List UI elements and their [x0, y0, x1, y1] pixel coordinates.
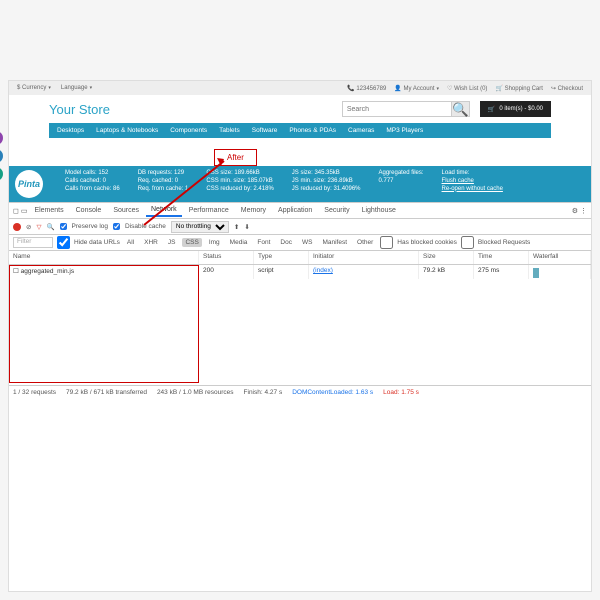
stats-bar: Pinta Model calls: 152Calls cached: 0Cal…	[9, 166, 591, 202]
language-dropdown[interactable]: Language	[61, 85, 92, 91]
record-button[interactable]	[13, 223, 21, 231]
tab-elements[interactable]: Elements	[29, 205, 68, 216]
filter-icon[interactable]: ▽	[36, 223, 41, 231]
account-link[interactable]: 👤 My Account	[394, 85, 439, 92]
filter-js[interactable]: JS	[165, 238, 179, 247]
reopen-link[interactable]: Re-open without cache	[442, 186, 503, 192]
side-icon-1[interactable]	[0, 131, 3, 145]
disable-cache-check[interactable]	[113, 223, 120, 230]
clear-icon[interactable]: ⊘	[26, 223, 31, 231]
nav-item[interactable]: Phones & PDAs	[289, 127, 336, 134]
phone-link[interactable]: 📞 123456789	[347, 85, 386, 92]
nav-item[interactable]: Components	[170, 127, 207, 134]
tab-network[interactable]: Network	[146, 204, 182, 217]
search-button[interactable]: 🔍	[452, 101, 470, 117]
download-icon[interactable]: ⬇	[244, 223, 249, 231]
devtools-panel: ◻ ▭ Elements Console Sources Network Per…	[9, 202, 591, 399]
filter-manifest[interactable]: Manifest	[319, 238, 350, 247]
blocked-cookies-check[interactable]	[380, 236, 393, 249]
filter-css[interactable]: CSS	[182, 238, 201, 247]
wishlist-link[interactable]: ♡ Wish List (0)	[447, 85, 487, 92]
nav-item[interactable]: MP3 Players	[386, 127, 423, 134]
nav-item[interactable]: Desktops	[57, 127, 84, 134]
throttling-select[interactable]: No throttling	[171, 221, 229, 233]
inspect-icon[interactable]: ◻	[13, 207, 19, 215]
nav-item[interactable]: Tablets	[219, 127, 240, 134]
tab-application[interactable]: Application	[273, 205, 317, 216]
filter-doc[interactable]: Doc	[277, 238, 295, 247]
currency-dropdown[interactable]: $ Currency	[17, 85, 51, 91]
blocked-req-check[interactable]	[461, 236, 474, 249]
device-icon[interactable]: ▭	[21, 207, 28, 215]
devtools-status: 1 / 32 requests 79.2 kB / 671 kB transfe…	[9, 385, 591, 399]
filter-xhr[interactable]: XHR	[141, 238, 161, 247]
settings-icon[interactable]: ⚙	[572, 207, 578, 215]
search-icon[interactable]: 🔍	[46, 223, 54, 231]
nav-item[interactable]: Software	[252, 127, 278, 134]
store-logo[interactable]: Your Store	[49, 102, 110, 117]
tab-performance[interactable]: Performance	[184, 205, 234, 216]
side-icon-3[interactable]	[0, 167, 3, 181]
cart-button[interactable]: 🛒 0 item(s) - $0.00	[480, 101, 551, 117]
filter-font[interactable]: Font	[254, 238, 273, 247]
side-icon-2[interactable]	[0, 149, 3, 163]
network-header: Name Status Type Initiator Size Time Wat…	[9, 251, 591, 265]
tab-memory[interactable]: Memory	[236, 205, 271, 216]
cart-link[interactable]: 🛒 Shopping Cart	[495, 85, 543, 92]
waterfall-bar	[533, 268, 539, 278]
after-annotation: After	[214, 149, 257, 166]
tab-console[interactable]: Console	[71, 205, 107, 216]
tab-sources[interactable]: Sources	[108, 205, 144, 216]
nav-item[interactable]: Laptops & Notebooks	[96, 127, 158, 134]
more-icon[interactable]: ⋮	[580, 207, 587, 215]
nav-item[interactable]: Cameras	[348, 127, 374, 134]
pinta-logo: Pinta	[15, 170, 43, 198]
top-bar: $ Currency Language 📞 123456789 👤 My Acc…	[9, 81, 591, 95]
filter-other[interactable]: Other	[354, 238, 376, 247]
upload-icon[interactable]: ⬆	[234, 223, 239, 231]
filter-all[interactable]: All	[124, 238, 137, 247]
tab-lighthouse[interactable]: Lighthouse	[357, 205, 401, 216]
main-nav: Desktops Laptops & Notebooks Components …	[49, 123, 551, 138]
search-input[interactable]	[342, 101, 452, 117]
network-row[interactable]: ☐ aggregated_min.js 200 script (index) 7…	[9, 265, 591, 279]
tab-security[interactable]: Security	[319, 205, 354, 216]
checkout-link[interactable]: ↪ Checkout	[551, 85, 583, 92]
flush-cache-link[interactable]: Flush cache	[442, 178, 474, 184]
filter-img[interactable]: Img	[206, 238, 223, 247]
hide-data-check[interactable]	[57, 236, 70, 249]
filter-media[interactable]: Media	[227, 238, 251, 247]
filter-input[interactable]: Filter	[13, 237, 53, 248]
filter-ws[interactable]: WS	[299, 238, 315, 247]
highlight-box	[9, 265, 199, 383]
preserve-log-check[interactable]	[60, 223, 67, 230]
